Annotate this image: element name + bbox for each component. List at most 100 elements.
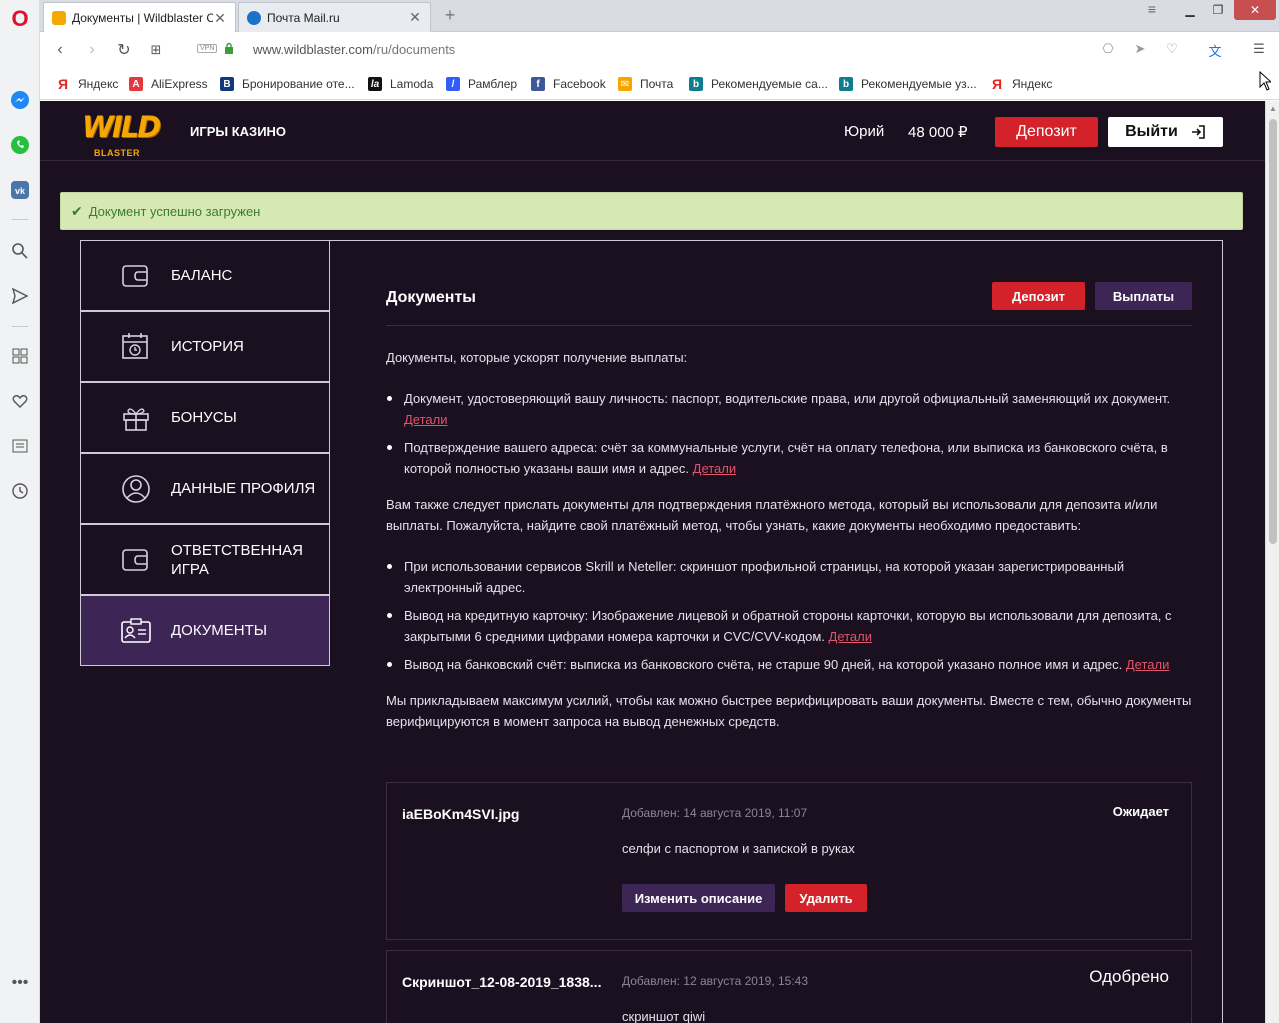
details-link[interactable]: Детали xyxy=(404,412,448,427)
bookmark-item[interactable]: Я Яндекс xyxy=(990,75,1052,93)
heart-icon[interactable] xyxy=(9,390,31,412)
bookmark-label: Рамблер xyxy=(468,77,518,91)
menu-item-balance[interactable]: БАЛАНС xyxy=(80,240,330,311)
booking-icon: B xyxy=(220,77,234,91)
details-link[interactable]: Детали xyxy=(829,629,873,644)
easy-setup-icon[interactable]: ☰ xyxy=(1250,41,1268,59)
file-name[interactable]: Скриншот_12-08-2019_1838... xyxy=(402,974,601,990)
reload-icon[interactable]: ↻ xyxy=(114,40,134,60)
bullet-text: Документ, удостоверяющий вашу личность: … xyxy=(404,391,1171,406)
wallet-icon xyxy=(122,549,148,571)
lock-icon xyxy=(225,42,233,54)
bookmark-label: Бронирование оте... xyxy=(242,77,355,91)
more-icon[interactable]: ••• xyxy=(9,972,31,994)
bookmark-item[interactable]: Я Яндекс xyxy=(56,75,118,93)
edit-description-button[interactable]: Изменить описание xyxy=(622,884,775,912)
bookmark-heart-icon[interactable]: ♡ xyxy=(1163,41,1181,59)
site-logo[interactable]: WILD BLASTER xyxy=(82,110,161,158)
send-icon[interactable] xyxy=(9,285,31,307)
site-header: WILD BLASTER ИГРЫ КАЗИНО Юрий 48 000 ₽ Д… xyxy=(40,101,1265,161)
user-circle-icon xyxy=(122,475,150,503)
url-path: /ru/documents xyxy=(372,42,456,57)
bookmark-label: Facebook xyxy=(553,77,606,91)
bookmark-item[interactable]: la Lamoda xyxy=(368,75,433,93)
maximize-icon[interactable]: ❐ xyxy=(1204,0,1232,20)
tab-wildblaster[interactable]: Документы | Wildblaster C ✕ xyxy=(43,2,236,33)
menu-item-bonuses[interactable]: БОНУСЫ xyxy=(80,382,330,453)
menu-item-documents[interactable]: ДОКУМЕНТЫ xyxy=(80,595,330,666)
list-item: Подтверждение вашего адреса: счёт за ком… xyxy=(387,437,1194,479)
lamoda-icon: la xyxy=(368,77,382,91)
speed-dial-icon[interactable] xyxy=(9,345,31,367)
vk-icon[interactable]: vk xyxy=(9,179,31,201)
bookmark-label: AliExpress xyxy=(151,77,208,91)
mail-ru-favicon-icon xyxy=(247,10,261,25)
window-close-icon[interactable]: ✕ xyxy=(1234,0,1276,20)
menu-label: ДАННЫЕ ПРОФИЛЯ xyxy=(171,480,316,497)
logo-wild: WILD xyxy=(82,110,161,144)
history-icon[interactable] xyxy=(9,480,31,502)
tab-bar: Документы | Wildblaster C ✕ Почта Mail.r… xyxy=(40,0,1279,33)
list-item: Вывод на кредитную карточку: Изображение… xyxy=(387,605,1194,647)
payouts-button[interactable]: Выплаты xyxy=(1095,282,1192,310)
bookmark-item[interactable]: ✉ Почта xyxy=(618,75,673,93)
whatsapp-icon[interactable] xyxy=(9,134,31,156)
list-item: При использовании сервисов Skrill и Nete… xyxy=(387,556,1194,598)
alert-text: Документ успешно загружен xyxy=(88,203,261,219)
bookmark-label: Рекомендуемые уз... xyxy=(861,77,977,91)
bookmark-item[interactable]: B Бронирование оте... xyxy=(220,75,355,93)
bookmark-label: Рекомендуемые са... xyxy=(711,77,828,91)
menu-item-profile[interactable]: ДАННЫЕ ПРОФИЛЯ xyxy=(80,453,330,524)
url-field[interactable]: www.wildblaster.com/ru/documents xyxy=(253,42,455,57)
share-icon[interactable]: ➤ xyxy=(1131,41,1149,59)
delete-button[interactable]: Удалить xyxy=(785,884,867,912)
vpn-badge[interactable]: VPN xyxy=(197,44,218,53)
back-icon[interactable]: ‹ xyxy=(50,40,70,60)
scroll-up-icon[interactable]: ▲ xyxy=(1269,104,1277,113)
details-link[interactable]: Детали xyxy=(693,461,737,476)
file-name[interactable]: iaEBoKm4SVI.jpg xyxy=(402,806,519,822)
payment-method-text: Вам также следует прислать документы для… xyxy=(386,497,1158,533)
bullet-text: Вывод на кредитную карточку: Изображение… xyxy=(404,608,1172,644)
menu-item-responsible-gaming[interactable]: ОТВЕТСТВЕННАЯ ИГРА xyxy=(80,524,330,595)
bookmark-item[interactable]: b Рекомендуемые са... xyxy=(689,75,828,93)
search-icon[interactable] xyxy=(9,240,31,262)
minimize-icon[interactable]: ▁ xyxy=(1176,0,1204,20)
scrollbar-thumb[interactable] xyxy=(1269,119,1277,544)
logout-button[interactable]: Выйти xyxy=(1108,117,1223,147)
bookmark-item[interactable]: / Рамблер xyxy=(446,75,517,93)
tab-menu-icon[interactable]: ≡ xyxy=(1141,1,1163,21)
nav-games-link[interactable]: ИГРЫ КАЗИНО xyxy=(190,124,286,139)
page-title: Документы xyxy=(386,289,476,306)
user-name[interactable]: Юрий xyxy=(844,123,884,140)
page-content: WILD BLASTER ИГРЫ КАЗИНО Юрий 48 000 ₽ Д… xyxy=(40,101,1265,1023)
tabs-grid-icon[interactable]: ⊞ xyxy=(146,40,166,60)
menu-item-history[interactable]: ИСТОРИЯ xyxy=(80,311,330,382)
camera-icon[interactable]: ⎔ xyxy=(1099,41,1117,59)
messenger-icon[interactable] xyxy=(9,89,31,111)
bookmark-item[interactable]: b Рекомендуемые уз... xyxy=(839,75,977,93)
bullet-text: Подтверждение вашего адреса: счёт за ком… xyxy=(404,440,1168,476)
mouse-cursor-icon xyxy=(1259,71,1271,91)
bullet-text: Вывод на банковский счёт: выписка из бан… xyxy=(404,657,1123,672)
rambler-icon: / xyxy=(446,77,460,91)
details-link[interactable]: Детали xyxy=(1126,657,1170,672)
mail-icon: ✉ xyxy=(618,77,632,91)
close-icon[interactable]: ✕ xyxy=(213,10,227,27)
bookmark-item[interactable]: f Facebook xyxy=(531,75,606,93)
news-icon[interactable] xyxy=(9,435,31,457)
documents-panel: Документы Депозит Выплаты Документы, кот… xyxy=(330,240,1223,1023)
success-alert: ✔ Документ успешно загружен xyxy=(60,192,1243,230)
logout-label: Выйти xyxy=(1125,123,1178,140)
deposit-button[interactable]: Депозит xyxy=(992,282,1085,310)
gift-icon xyxy=(123,408,149,431)
tab-mail[interactable]: Почта Mail.ru ✕ xyxy=(238,2,431,32)
close-icon[interactable]: ✕ xyxy=(408,9,422,26)
header-deposit-button[interactable]: Депозит xyxy=(995,117,1098,147)
page-scrollbar[interactable]: ▲ xyxy=(1265,101,1279,1023)
opera-logo-icon[interactable]: O xyxy=(8,8,32,32)
new-tab-plus-icon[interactable]: + xyxy=(441,6,459,24)
forward-icon[interactable]: › xyxy=(82,40,102,60)
bookmark-item[interactable]: A AliExpress xyxy=(129,75,208,93)
translate-icon[interactable]: 文 xyxy=(1206,41,1224,59)
